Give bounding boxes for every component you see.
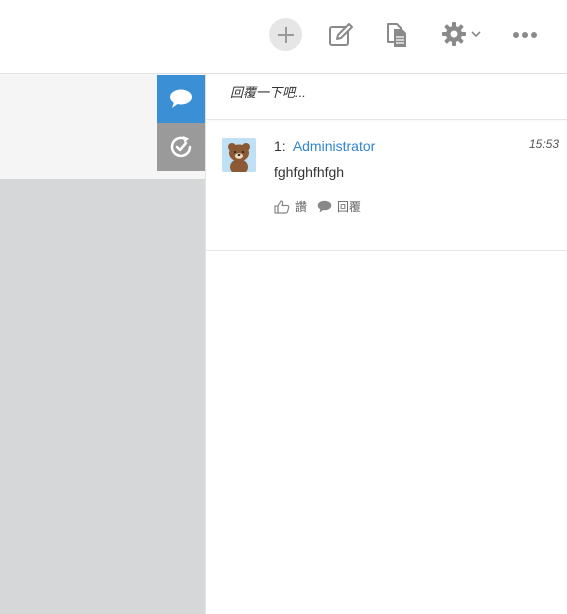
gear-icon [442,22,466,46]
reply-label: 回覆 [337,200,362,214]
tab-history[interactable] [157,123,205,171]
left-panel-canvas [0,179,205,614]
edit-button[interactable] [326,20,356,50]
comment-time: 15:53 [528,137,559,151]
add-button[interactable] [269,18,302,51]
comment-actions: 讚 回覆 [274,198,371,215]
speech-bubble-icon [317,200,332,213]
comment-item: 1: Administrator 15:53 fghfghfhfgh 讚 回覆 [206,120,567,251]
chevron-down-icon [471,31,481,38]
like-label: 讚 [295,200,308,214]
reply-button[interactable]: 回覆 [317,198,361,215]
comments-panel: 回覆一下吧... 1: Administrator 15:53 fghfghfh… [205,74,567,614]
comment-icon [170,89,192,108]
edit-icon [329,23,353,46]
comment-body: fghfghfhfgh [274,164,345,180]
document-button[interactable] [383,20,411,50]
comment-index: 1: [274,138,286,154]
thumbs-up-icon [274,199,290,214]
like-button[interactable]: 讚 [274,198,307,215]
comment-author-link[interactable]: Administrator [293,138,375,154]
document-icon [387,23,406,47]
reply-placeholder: 回覆一下吧... [230,85,306,100]
more-options-button[interactable] [510,20,540,50]
settings-dropdown-button[interactable] [437,19,485,49]
reply-input[interactable]: 回覆一下吧... [206,74,567,120]
history-icon [170,136,192,158]
more-icon [513,32,537,38]
top-toolbar [0,0,567,74]
tab-comments[interactable] [157,75,205,123]
avatar[interactable] [222,138,256,172]
comment-header: 1: Administrator [274,138,375,154]
plus-icon [277,26,294,43]
bear-avatar-icon [222,138,256,172]
